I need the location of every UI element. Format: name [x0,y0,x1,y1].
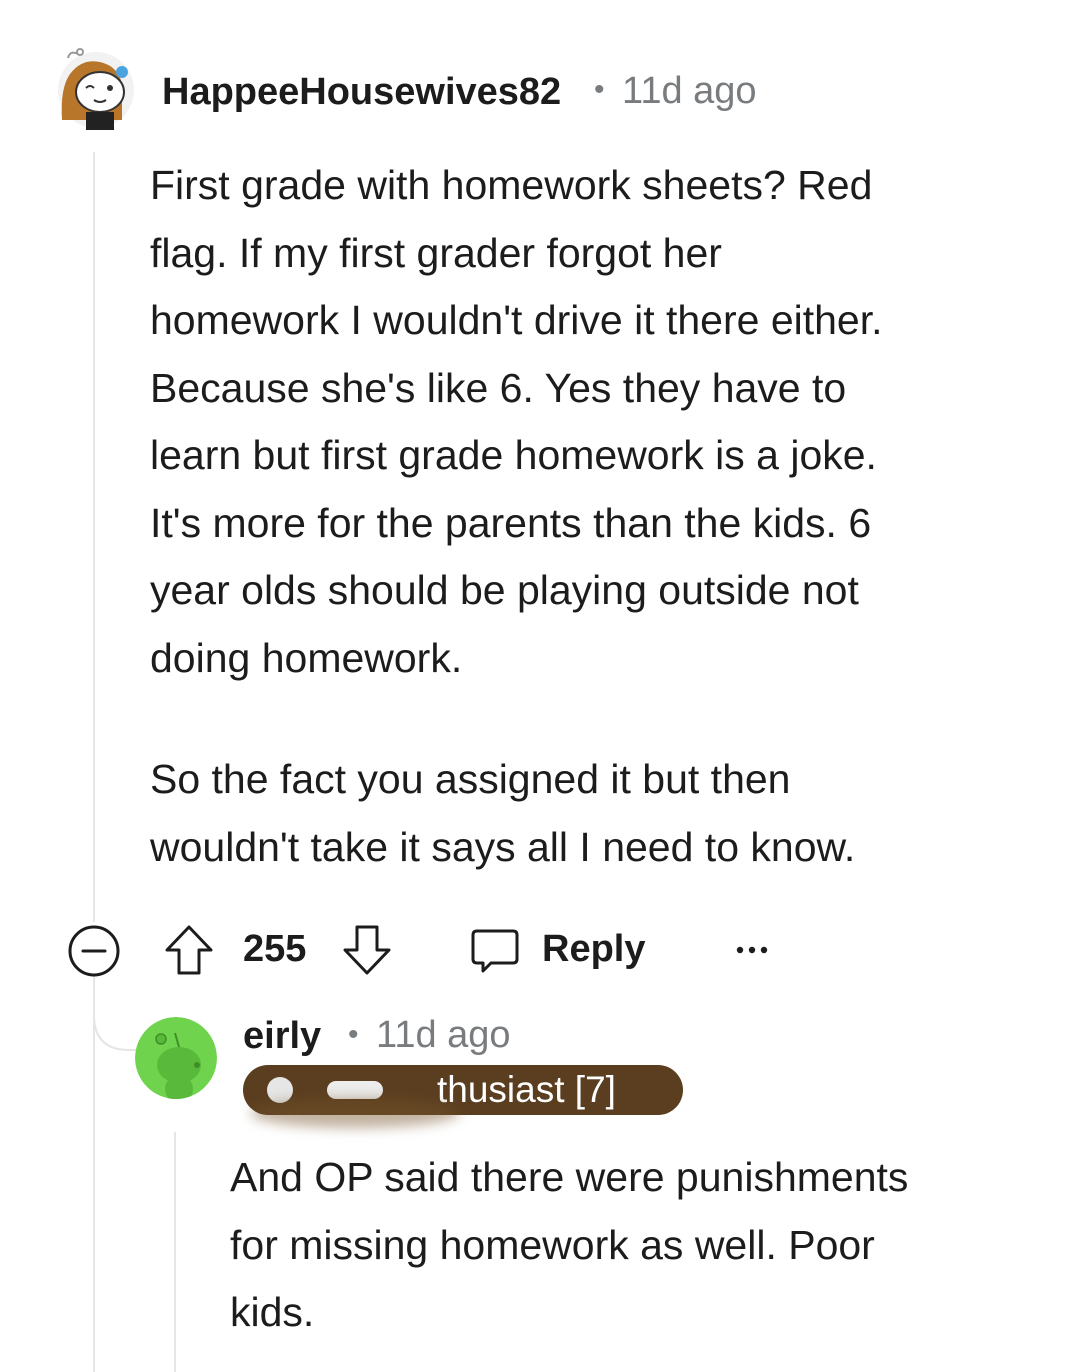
snoo-avatar-girl-icon [58,48,134,130]
thread-line-main [93,152,95,922]
redaction-smudge [250,1098,460,1128]
meta-separator: • [348,1018,359,1051]
username[interactable]: HappeeHousewives82 [162,71,561,114]
meta-separator: • [594,73,605,106]
upvote-icon [165,925,213,975]
snoo-avatar-green-icon [135,1017,217,1099]
flair-emoji-icon [327,1081,383,1099]
flair-text: thusiast [7] [437,1069,616,1110]
comment-body-paragraph: And OP said there were punishments for m… [230,1154,909,1335]
user-avatar[interactable] [56,48,136,130]
username[interactable]: eirly [243,1015,321,1058]
upvote-button[interactable] [162,922,216,978]
comment-body-paragraph: First grade with homework sheets? Red fl… [150,162,883,681]
comment-body-paragraph: So the fact you assigned it but then wou… [150,756,856,870]
vote-score: 255 [243,928,307,970]
comment-timestamp: 11d ago [622,70,757,112]
reply-icon [471,929,519,973]
reply-label[interactable]: Reply [542,928,645,971]
collapse-button[interactable] [67,924,121,978]
user-avatar[interactable] [135,1017,217,1099]
downvote-icon [343,925,391,975]
reply-button[interactable] [468,924,522,978]
more-options-button[interactable] [730,935,774,965]
collapse-icon [68,925,120,977]
downvote-button[interactable] [340,922,394,978]
flair-emoji-icon [267,1077,293,1103]
thread-line-reply [174,1132,176,1372]
comment-timestamp: 11d ago [376,1014,511,1056]
more-options-icon [736,946,768,954]
